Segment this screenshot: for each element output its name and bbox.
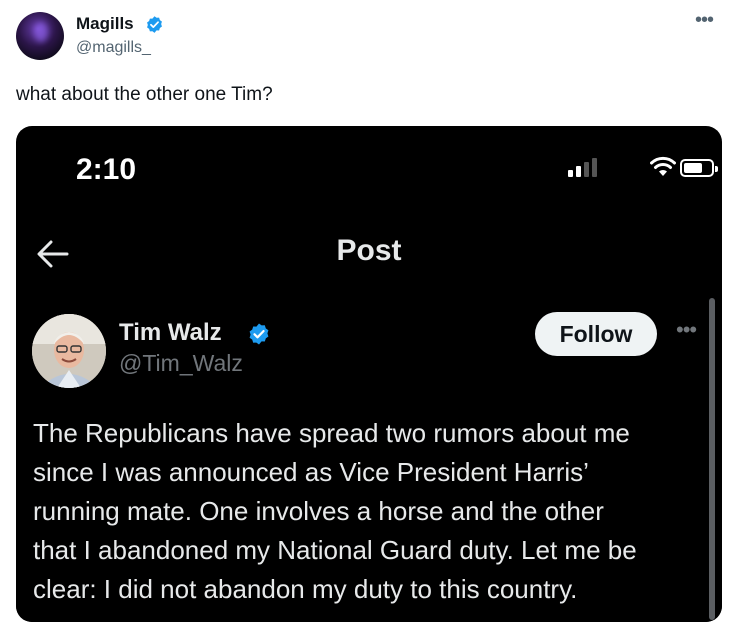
author-handle[interactable]: @magills_ <box>76 39 151 57</box>
post-nav-bar: Post <box>16 214 722 294</box>
quoted-author-avatar[interactable] <box>32 314 106 388</box>
post-text-line: running mate. One involves a horse and t… <box>33 496 604 526</box>
author-name[interactable]: Magills <box>76 14 134 34</box>
attached-screenshot[interactable]: 2:10 Post Tim Walz @Tim_Walz Follow ••• … <box>16 126 722 622</box>
scrollbar[interactable] <box>709 298 715 620</box>
author-avatar[interactable] <box>16 12 64 60</box>
post-text-line: that I abandoned my National Guard duty.… <box>33 535 637 565</box>
verified-badge-icon <box>249 323 269 345</box>
nav-title: Post <box>336 234 402 267</box>
quoted-author-name[interactable]: Tim Walz <box>119 319 222 347</box>
tweet-header: Magills @magills_ ••• <box>16 10 716 64</box>
quoted-post: Tim Walz @Tim_Walz Follow ••• The Republ… <box>16 294 722 622</box>
follow-button[interactable]: Follow <box>535 312 657 356</box>
post-text-line: clear: I did not abandon my duty to this… <box>33 574 578 604</box>
wifi-icon <box>650 156 676 176</box>
quoted-author-handle[interactable]: @Tim_Walz <box>119 350 243 377</box>
status-time: 2:10 <box>76 153 137 186</box>
status-icons <box>568 156 718 184</box>
more-options-icon[interactable]: ••• <box>676 319 697 341</box>
verified-badge-icon <box>147 16 162 33</box>
tweet-text: what about the other one Tim? <box>16 84 273 105</box>
quoted-post-text: The Republicans have spread two rumors a… <box>33 414 703 609</box>
battery-icon <box>680 159 718 177</box>
more-options-icon[interactable]: ••• <box>692 10 716 34</box>
post-text-line: The Republicans have spread two rumors a… <box>33 418 630 448</box>
post-text-line: since I was announced as Vice President … <box>33 457 589 487</box>
